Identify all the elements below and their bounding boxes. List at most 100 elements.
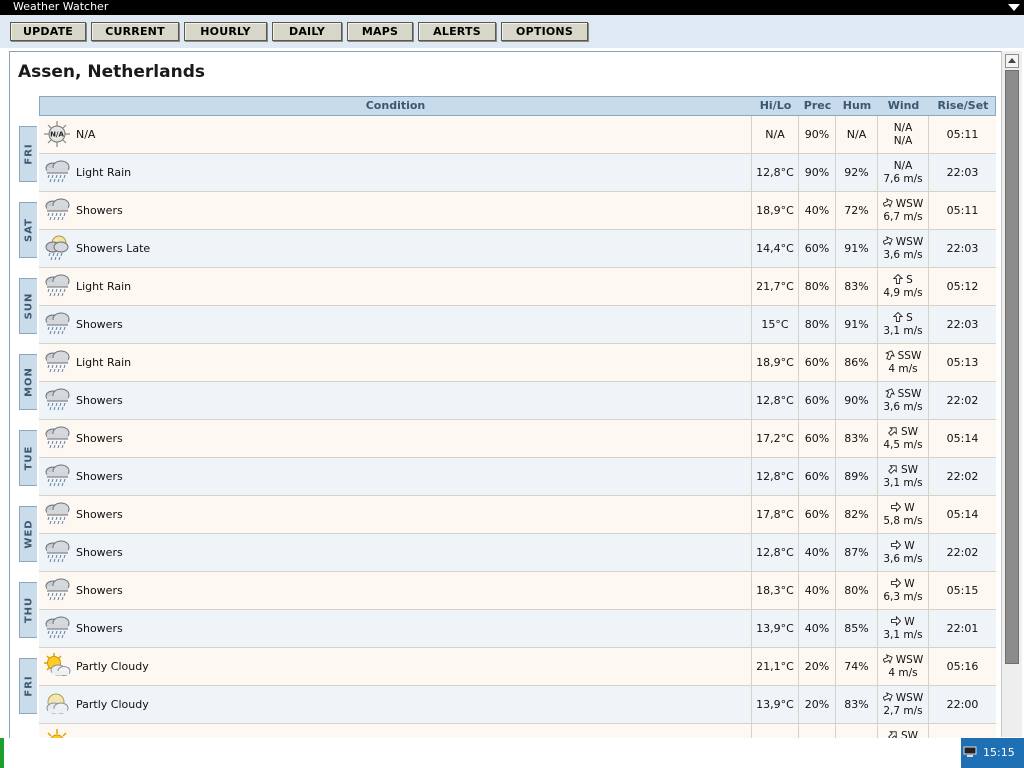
rise-set-time: 05:13 bbox=[928, 344, 996, 381]
wind-direction: SW bbox=[900, 464, 919, 476]
rise-set-time: 22:03 bbox=[928, 306, 996, 343]
table-header: Condition Hi/Lo Prec Hum Wind Rise/Set bbox=[39, 96, 996, 116]
condition-name: Partly Cloudy bbox=[76, 660, 149, 673]
precipitation-chance: 90% bbox=[798, 154, 835, 191]
day-label: FRI bbox=[23, 675, 34, 697]
column-header-hum: Hum bbox=[842, 99, 872, 112]
rise-set-time: 05:11 bbox=[928, 116, 996, 153]
hilo-temperature: 18,9°C bbox=[751, 192, 798, 229]
rise-set-time: 05:14 bbox=[928, 420, 996, 457]
hourly-button[interactable]: HOURLY bbox=[184, 22, 267, 41]
condition-name: Partly Cloudy bbox=[76, 698, 149, 711]
hilo-temperature: 12,8°C bbox=[751, 458, 798, 495]
wind-direction: WSW bbox=[895, 692, 924, 704]
day-tab: SUN bbox=[19, 278, 37, 334]
humidity: 91% bbox=[835, 230, 877, 267]
humidity: 86% bbox=[835, 344, 877, 381]
precipitation-chance: 40% bbox=[798, 610, 835, 647]
alerts-button[interactable]: ALERTS bbox=[418, 22, 496, 41]
table-row: Showers 18,3°C 40% 80% W 6,3 m/s 05:15 bbox=[39, 572, 996, 610]
wind-cell: SSW 3,6 m/s bbox=[877, 382, 928, 419]
na-sun-icon: N/A bbox=[43, 120, 71, 148]
rain-cloud-icon bbox=[43, 500, 71, 528]
day-label: SAT bbox=[23, 218, 34, 242]
precipitation-chance: 40% bbox=[798, 534, 835, 571]
hilo-temperature: N/A bbox=[751, 116, 798, 153]
precipitation-chance: 60% bbox=[798, 382, 835, 419]
wind-speed: 5,8 m/s bbox=[883, 515, 923, 527]
daily-button[interactable]: DAILY bbox=[272, 22, 342, 41]
taskbar bbox=[0, 738, 1024, 768]
column-header-hilo: Hi/Lo bbox=[759, 99, 792, 112]
hilo-temperature: 18,9°C bbox=[751, 344, 798, 381]
humidity bbox=[835, 724, 877, 738]
table-row: SW bbox=[39, 724, 996, 738]
rise-set-time: 05:11 bbox=[928, 192, 996, 229]
partly-cloudy-sun-icon bbox=[43, 652, 71, 680]
wind-direction-line: WSW bbox=[878, 654, 928, 667]
rain-cloud-icon bbox=[43, 310, 71, 338]
svg-text:N/A: N/A bbox=[50, 131, 64, 139]
condition-name: Showers Late bbox=[76, 242, 151, 255]
humidity: 83% bbox=[835, 268, 877, 305]
wind-direction-line: WSW bbox=[878, 236, 928, 249]
current-button[interactable]: CURRENT bbox=[91, 22, 179, 41]
wind-direction-line: W bbox=[878, 615, 928, 629]
day-tab: TUE bbox=[19, 430, 37, 486]
humidity: 92% bbox=[835, 154, 877, 191]
wind-arrow-icon bbox=[892, 273, 906, 286]
wind-speed: 3,1 m/s bbox=[883, 477, 923, 489]
wind-cell: WSW 6,7 m/s bbox=[877, 192, 928, 229]
rise-set-time: 22:01 bbox=[928, 610, 996, 647]
window-menu-chevron-icon[interactable] bbox=[1008, 4, 1020, 11]
app-title: Weather Watcher bbox=[13, 0, 109, 13]
humidity: 85% bbox=[835, 610, 877, 647]
day-label: THU bbox=[23, 596, 34, 624]
condition-name bbox=[76, 724, 750, 738]
maps-button[interactable]: MAPS bbox=[347, 22, 413, 41]
computer-icon[interactable] bbox=[963, 746, 977, 758]
vertical-scrollbar[interactable] bbox=[1001, 51, 1022, 737]
scrollbar-thumb[interactable] bbox=[1005, 70, 1019, 664]
wind-cell: N/A 7,6 m/s bbox=[877, 154, 928, 191]
day-tab: FRI bbox=[19, 126, 37, 182]
wind-direction-line: SSW bbox=[878, 388, 928, 401]
wind-cell: SSW 4 m/s bbox=[877, 344, 928, 381]
wind-arrow-icon bbox=[891, 615, 904, 628]
wind-direction: N/A bbox=[893, 160, 913, 172]
hilo-temperature: 13,9°C bbox=[751, 610, 798, 647]
day-tab: WED bbox=[19, 506, 37, 562]
wind-direction: W bbox=[904, 540, 915, 552]
update-button[interactable]: UPDATE bbox=[10, 22, 86, 41]
humidity: 90% bbox=[835, 382, 877, 419]
day-tab: THU bbox=[19, 582, 37, 638]
day-label: FRI bbox=[23, 143, 34, 165]
wind-speed: 4 m/s bbox=[888, 667, 918, 679]
hilo-temperature: 15°C bbox=[751, 306, 798, 343]
wind-direction: WSW bbox=[895, 654, 924, 666]
wind-direction-line: S bbox=[878, 311, 928, 325]
wind-arrow-icon bbox=[882, 692, 896, 704]
rise-set-time: 22:03 bbox=[928, 230, 996, 267]
moon-rain-cloud-icon bbox=[43, 234, 71, 262]
wind-speed: 3,6 m/s bbox=[883, 553, 923, 565]
rise-set-time: 22:03 bbox=[928, 154, 996, 191]
wind-direction-line: SW bbox=[878, 426, 928, 439]
humidity: 72% bbox=[835, 192, 877, 229]
table-row: N/A N/A N/A 90% N/A N/A N/A 05:11 bbox=[39, 116, 996, 154]
wind-cell: WSW 2,7 m/s bbox=[877, 686, 928, 723]
rise-set-time: 05:16 bbox=[928, 648, 996, 685]
options-button[interactable]: OPTIONS bbox=[501, 22, 588, 41]
table-row: Light Rain 18,9°C 60% 86% SSW 4 m/s 05:13 bbox=[39, 344, 996, 382]
wind-direction: SSW bbox=[897, 388, 922, 400]
hilo-temperature: 12,8°C bbox=[751, 534, 798, 571]
wind-arrow-icon bbox=[892, 311, 906, 324]
scroll-up-icon[interactable] bbox=[1005, 54, 1019, 68]
rise-set-time: 05:15 bbox=[928, 572, 996, 609]
wind-speed: 6,7 m/s bbox=[883, 211, 923, 223]
wind-cell: W 3,6 m/s bbox=[877, 534, 928, 571]
precipitation-chance: 60% bbox=[798, 420, 835, 457]
table-row: Light Rain 21,7°C 80% 83% S 4,9 m/s 05:12 bbox=[39, 268, 996, 306]
column-header-wind: Wind bbox=[887, 99, 920, 112]
column-header-riseset: Rise/Set bbox=[937, 99, 989, 112]
